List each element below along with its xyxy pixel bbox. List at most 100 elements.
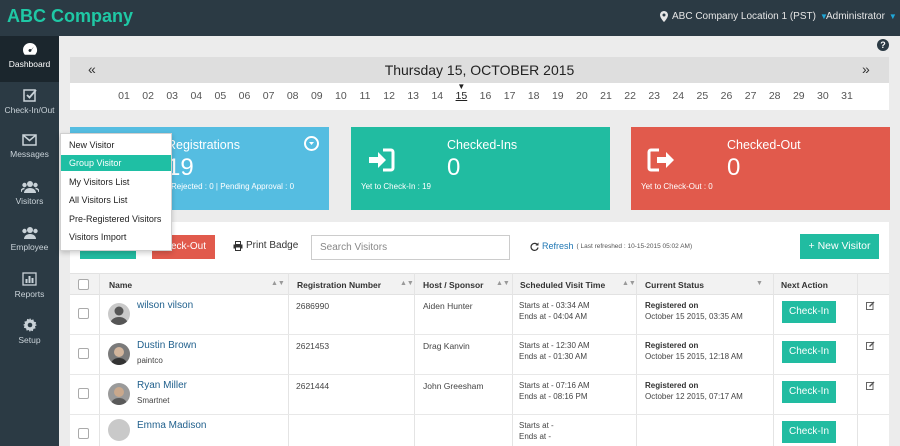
col-name[interactable]: Name xyxy=(109,280,132,290)
next-month-button[interactable]: » xyxy=(862,61,870,77)
menu-item-visitors-import[interactable]: Visitors Import xyxy=(61,229,171,245)
check-in-button[interactable]: Check-In xyxy=(782,301,836,323)
check-in-button[interactable]: Check-In xyxy=(782,341,836,363)
day-16[interactable]: 16 xyxy=(478,90,494,102)
table-row[interactable]: Emma Madison Starts at - Ends at - Check-… xyxy=(70,415,889,446)
row-checkbox[interactable] xyxy=(78,348,89,359)
sort-icon[interactable]: ▲▼ xyxy=(496,280,510,287)
col-next-action: Next Action xyxy=(781,280,828,290)
day-21[interactable]: 21 xyxy=(598,90,614,102)
table-row[interactable]: Ryan Miller Smartnet 2621444 John Greesh… xyxy=(70,375,889,415)
sidebar-item-label: Check-In/Out xyxy=(4,105,55,115)
date-header: « Thursday 15, OCTOBER 2015 » xyxy=(70,57,889,83)
row-checkbox[interactable] xyxy=(78,388,89,399)
sidebar-item-visitors[interactable]: Visitors xyxy=(0,174,59,220)
sort-icon[interactable]: ▲▼ xyxy=(622,280,636,287)
day-10[interactable]: 10 xyxy=(333,90,349,102)
search-visitors-input[interactable] xyxy=(311,235,510,260)
checked-ins-title: Checked-Ins xyxy=(447,138,518,152)
sign-out-icon xyxy=(647,148,674,172)
edit-icon[interactable] xyxy=(866,381,875,390)
chevron-down-circle-icon[interactable] xyxy=(304,136,319,151)
start-time: Starts at - 12:30 AM xyxy=(519,341,590,350)
print-badge-button[interactable]: Print Badge xyxy=(233,240,298,251)
day-29[interactable]: 29 xyxy=(791,90,807,102)
check-in-button[interactable]: Check-In xyxy=(782,381,836,403)
edit-icon[interactable] xyxy=(866,341,875,350)
day-14[interactable]: 14 xyxy=(429,90,445,102)
sort-desc-icon[interactable]: ▼ xyxy=(756,280,763,287)
day-31[interactable]: 31 xyxy=(839,90,855,102)
day-13[interactable]: 13 xyxy=(405,90,421,102)
day-02[interactable]: 02 xyxy=(140,90,156,102)
day-19[interactable]: 19 xyxy=(550,90,566,102)
day-27[interactable]: 27 xyxy=(743,90,759,102)
day-28[interactable]: 28 xyxy=(767,90,783,102)
checked-out-card[interactable]: Checked-Out 0 Yet to Check-Out : 0 xyxy=(631,127,890,210)
day-23[interactable]: 23 xyxy=(646,90,662,102)
day-24[interactable]: 24 xyxy=(670,90,686,102)
day-30[interactable]: 30 xyxy=(815,90,831,102)
registrations-sub: Rejected : 0 | Pending Approval : 0 xyxy=(171,182,295,191)
sidebar-item-setup[interactable]: Setup xyxy=(0,312,59,358)
table-row[interactable]: wilson vilson 2686990 Aiden Hunter Start… xyxy=(70,295,889,335)
sidebar-item-dashboard[interactable]: Dashboard xyxy=(0,36,59,82)
day-22[interactable]: 22 xyxy=(622,90,638,102)
host-name: John Greesham xyxy=(423,381,484,391)
table-row[interactable]: Dustin Brown paintco 2621453 Drag Kanvin… xyxy=(70,335,889,375)
day-01[interactable]: 01 xyxy=(116,90,132,102)
user-menu[interactable]: Administrator ▼ xyxy=(826,11,897,22)
menu-item-all-visitors-list[interactable]: All Visitors List xyxy=(61,192,171,208)
day-04[interactable]: 04 xyxy=(188,90,204,102)
col-host[interactable]: Host / Sponsor xyxy=(423,280,483,290)
day-20[interactable]: 20 xyxy=(574,90,590,102)
visitor-name-link[interactable]: Emma Madison xyxy=(137,420,206,431)
user-name: Administrator xyxy=(826,11,885,22)
row-checkbox[interactable] xyxy=(78,428,89,439)
day-09[interactable]: 09 xyxy=(309,90,325,102)
sidebar-item-employee[interactable]: Employee xyxy=(0,220,59,266)
day-18[interactable]: 18 xyxy=(526,90,542,102)
day-25[interactable]: 25 xyxy=(694,90,710,102)
day-15[interactable]: 15 xyxy=(453,90,469,102)
registration-number: 2621453 xyxy=(296,341,330,351)
sidebar-item-messages[interactable]: Messages xyxy=(0,128,59,174)
day-06[interactable]: 06 xyxy=(237,90,253,102)
checked-ins-card[interactable]: Checked-Ins 0 Yet to Check-In : 19 xyxy=(351,127,610,210)
menu-item-group-visitor[interactable]: Group Visitor xyxy=(61,155,171,171)
day-05[interactable]: 05 xyxy=(212,90,228,102)
day-11[interactable]: 11 xyxy=(357,90,373,102)
refresh-button[interactable]: Refresh ( Last refreshed : 10-15-2015 05… xyxy=(530,241,692,251)
visitor-name-link[interactable]: wilson vilson xyxy=(137,300,193,311)
day-26[interactable]: 26 xyxy=(719,90,735,102)
location-selector[interactable]: ABC Company Location 1 (PST) ▼ xyxy=(660,11,828,22)
menu-item-pre-registered-visitors[interactable]: Pre-Registered Visitors xyxy=(61,211,171,227)
help-icon[interactable]: ? xyxy=(877,39,889,51)
col-registration-number[interactable]: Registration Number xyxy=(297,280,381,290)
check-in-button[interactable]: Check-In xyxy=(782,421,836,443)
sidebar-item-reports[interactable]: Reports xyxy=(0,266,59,312)
menu-item-my-visitors-list[interactable]: My Visitors List xyxy=(61,174,171,190)
visitor-name-link[interactable]: Dustin Brown xyxy=(137,340,196,351)
menu-item-new-visitor[interactable]: New Visitor xyxy=(61,137,171,153)
new-visitor-button[interactable]: + New Visitor xyxy=(800,234,879,259)
day-03[interactable]: 03 xyxy=(164,90,180,102)
day-12[interactable]: 12 xyxy=(381,90,397,102)
sidebar-item-label: Reports xyxy=(14,289,45,299)
sort-icon[interactable]: ▲▼ xyxy=(400,280,414,287)
col-scheduled-time[interactable]: Scheduled Visit Time xyxy=(520,280,605,290)
select-all-checkbox[interactable] xyxy=(78,279,89,290)
visitor-name-link[interactable]: Ryan Miller xyxy=(137,380,187,391)
brand-name[interactable]: ABC Company xyxy=(7,6,133,27)
users-icon xyxy=(20,181,39,193)
day-17[interactable]: 17 xyxy=(502,90,518,102)
sort-icon[interactable]: ▲▼ xyxy=(271,280,285,287)
day-08[interactable]: 08 xyxy=(285,90,301,102)
sidebar-item-check-in-out[interactable]: Check-In/Out xyxy=(0,82,59,128)
row-checkbox[interactable] xyxy=(78,308,89,319)
col-current-status[interactable]: Current Status xyxy=(645,280,704,290)
location-label: ABC Company Location 1 (PST) xyxy=(672,11,816,22)
edit-icon[interactable] xyxy=(866,301,875,310)
scheduled-time: Starts at - 03:34 AM Ends at - 04:04 AM xyxy=(519,300,590,322)
day-07[interactable]: 07 xyxy=(261,90,277,102)
